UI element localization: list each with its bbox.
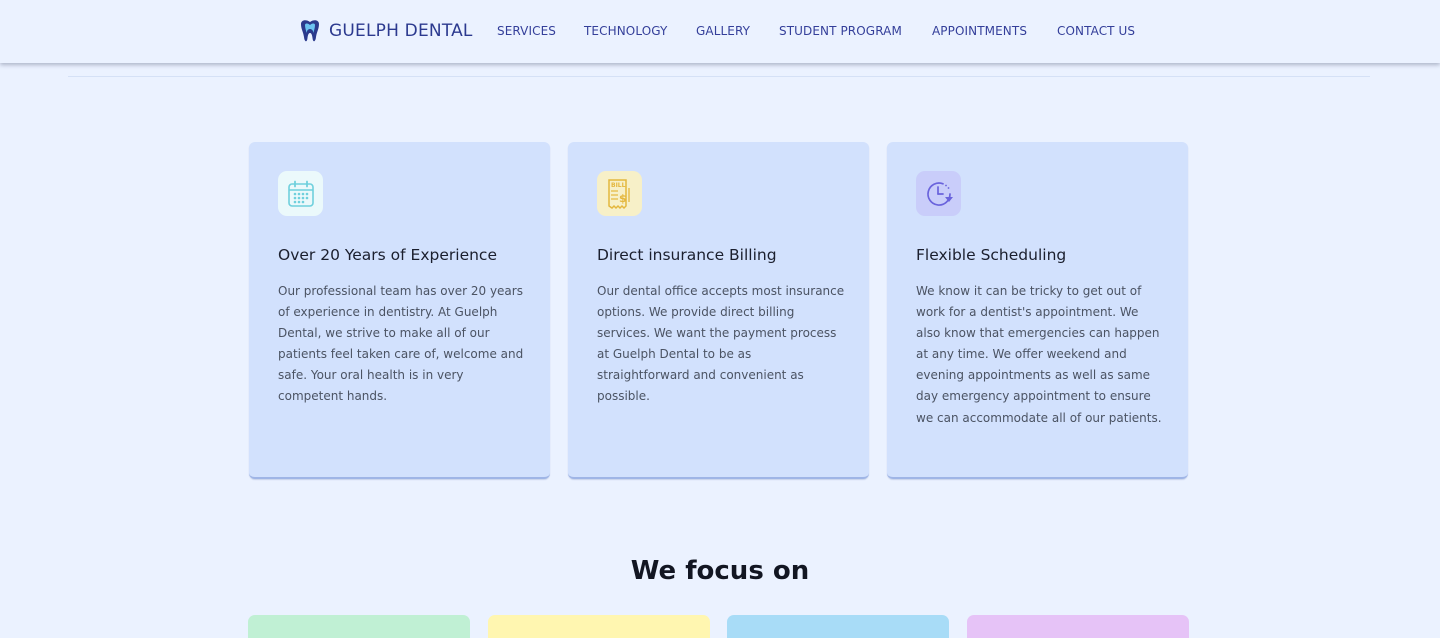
- feature-card-scheduling: Flexible Scheduling We know it can be tr…: [887, 142, 1188, 479]
- nav-appointments[interactable]: APPOINTMENTS: [932, 24, 1027, 38]
- tooth-icon: [301, 19, 319, 41]
- nav-gallery[interactable]: GALLERY: [696, 24, 750, 38]
- feature-description: We know it can be tricky to get out of w…: [916, 284, 1162, 425]
- calendar-icon: [278, 171, 323, 216]
- brand-logo-link[interactable]: GUELPH DENTAL: [299, 18, 473, 44]
- nav-technology[interactable]: TECHNOLOGY: [584, 24, 667, 38]
- nav-services[interactable]: SERVICES: [497, 24, 556, 38]
- section-divider: [68, 76, 1370, 77]
- feature-title: Over 20 Years of Experience: [278, 246, 497, 264]
- nav-contact-us[interactable]: CONTACT US: [1057, 24, 1135, 38]
- focus-heading: We focus on: [630, 556, 810, 586]
- brand-name: GUELPH DENTAL: [329, 21, 473, 41]
- feature-card-billing: BILL $ Direct insurance Billing Our dent…: [568, 142, 869, 479]
- focus-card[interactable]: [488, 615, 710, 638]
- focus-card[interactable]: [727, 615, 949, 638]
- bill-icon-label: BILL: [611, 182, 626, 189]
- site-header: GUELPH DENTAL SERVICES TECHNOLOGY GALLER…: [0, 0, 1440, 63]
- feature-title: Direct insurance Billing: [597, 246, 777, 264]
- feature-description: Our professional team has over 20 years …: [278, 284, 524, 404]
- feature-card-experience: Over 20 Years of Experience Our professi…: [249, 142, 550, 479]
- feature-title: Flexible Scheduling: [916, 246, 1067, 264]
- clock-icon: [916, 171, 961, 216]
- feature-description: Our dental office accepts most insurance…: [597, 284, 845, 404]
- nav-student-program[interactable]: STUDENT PROGRAM: [779, 24, 902, 38]
- svg-text:$: $: [619, 192, 627, 205]
- focus-card[interactable]: [248, 615, 470, 638]
- bill-icon: BILL $: [597, 171, 642, 216]
- focus-card[interactable]: [967, 615, 1189, 638]
